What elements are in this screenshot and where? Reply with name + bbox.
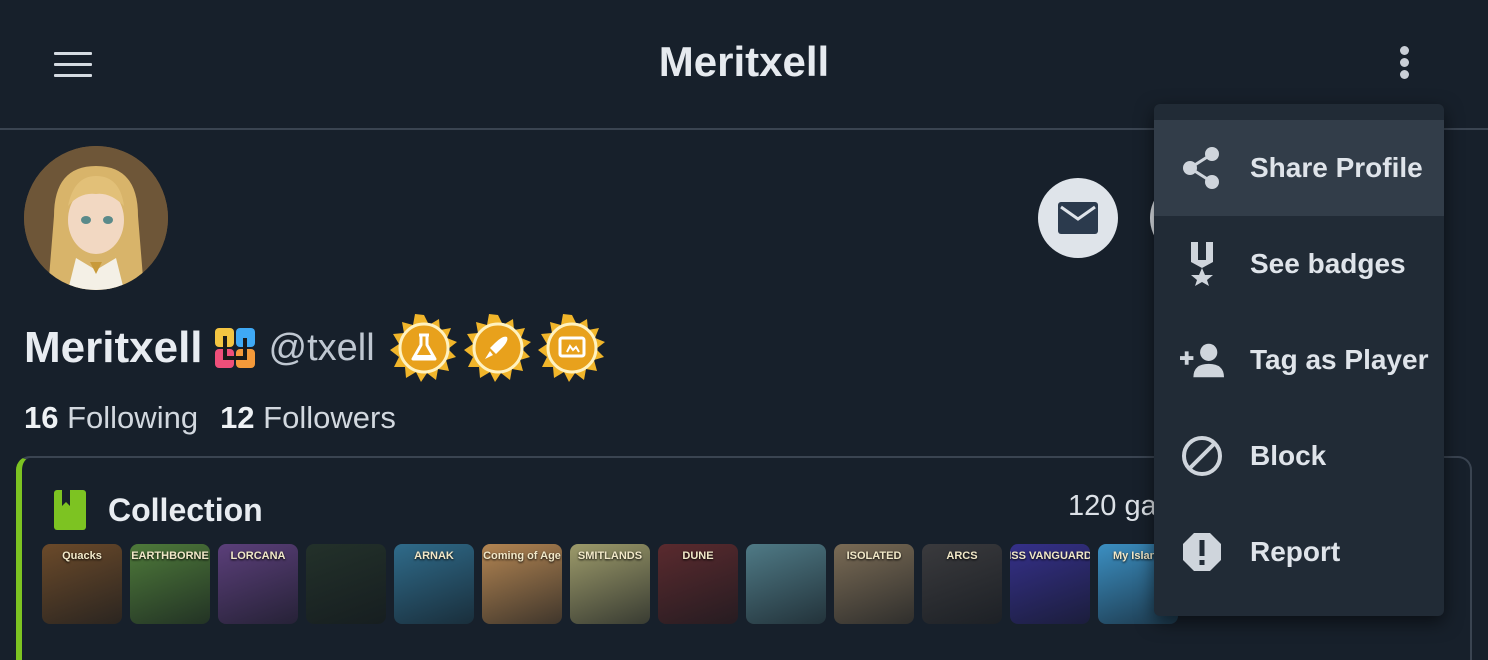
report-icon xyxy=(1180,530,1224,574)
followers-link[interactable]: 12 Followers xyxy=(220,400,396,436)
profile-options-menu: Share Profile See badges Tag as Player B… xyxy=(1154,104,1444,616)
person-add-icon xyxy=(1180,338,1224,382)
menu-item-block[interactable]: Block xyxy=(1154,408,1444,504)
badge-icon xyxy=(1180,242,1224,286)
collection-header: Collection xyxy=(54,490,263,530)
collection-title: Collection xyxy=(108,491,263,528)
game-thumbnail[interactable]: EARTHBORNE xyxy=(130,544,210,624)
game-thumbnail[interactable]: ARNAK xyxy=(394,544,474,624)
mail-icon xyxy=(1058,202,1098,234)
followers-label: Followers xyxy=(263,400,396,435)
message-button[interactable] xyxy=(1038,178,1118,258)
menu-item-label: Report xyxy=(1250,536,1341,567)
menu-item-label: Block xyxy=(1250,440,1327,471)
following-link[interactable]: 16 Following xyxy=(24,400,198,436)
presentation-badge-icon[interactable] xyxy=(537,313,607,383)
game-thumbnail[interactable]: Quacks xyxy=(42,544,122,624)
game-thumbnail[interactable]: ARCS xyxy=(922,544,1002,624)
game-thumbnail[interactable]: SMITLANDS xyxy=(570,544,650,624)
game-thumbnail[interactable] xyxy=(746,544,826,624)
share-icon xyxy=(1180,146,1224,190)
followers-count: 12 xyxy=(220,400,255,435)
menu-item-label: See badges xyxy=(1250,248,1406,279)
profile-name-row: Meritxell @txell xyxy=(24,314,607,382)
game-thumbnail[interactable]: ISS VANGUARD xyxy=(1010,544,1090,624)
menu-item-share-profile[interactable]: Share Profile xyxy=(1154,120,1444,216)
follow-stats: 16 Following 12 Followers xyxy=(24,400,396,436)
game-thumbnail[interactable]: LORCANA xyxy=(218,544,298,624)
more-vertical-icon[interactable] xyxy=(1392,46,1416,82)
menu-item-tag-as-player[interactable]: Tag as Player xyxy=(1154,312,1444,408)
site-logo-icon xyxy=(214,328,255,368)
profile-handle: @txell xyxy=(268,326,375,369)
game-thumbnail[interactable]: DUNE xyxy=(658,544,738,624)
rocket-badge-icon[interactable] xyxy=(463,313,533,383)
game-thumbnail[interactable]: ISOLATED xyxy=(834,544,914,624)
profile-name: Meritxell xyxy=(24,323,203,372)
game-thumbnail[interactable]: Coming of Age xyxy=(482,544,562,624)
menu-item-see-badges[interactable]: See badges xyxy=(1154,216,1444,312)
collection-thumbnails: Quacks EARTHBORNE LORCANA ARNAK Coming of Ag… xyxy=(42,544,1178,624)
menu-item-label: Share Profile xyxy=(1250,152,1423,183)
page-title: Meritxell xyxy=(658,38,830,85)
menu-item-label: Tag as Player xyxy=(1250,344,1429,375)
flask-badge-icon[interactable] xyxy=(389,313,459,383)
following-count: 16 xyxy=(24,400,59,435)
avatar[interactable] xyxy=(24,146,168,290)
game-thumbnail[interactable] xyxy=(306,544,386,624)
bookmark-icon xyxy=(54,490,86,530)
menu-item-report[interactable]: Report xyxy=(1154,504,1444,600)
following-label: Following xyxy=(67,400,199,435)
block-icon xyxy=(1180,434,1224,478)
